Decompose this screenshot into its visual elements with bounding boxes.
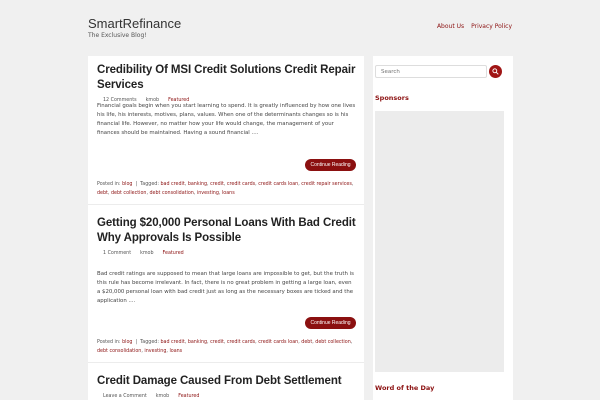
posted-in-label: Posted in: xyxy=(97,182,121,187)
tag-link[interactable]: banking xyxy=(188,340,207,345)
tagged-label: Tagged: xyxy=(140,340,159,345)
tag-link[interactable]: credit repair services xyxy=(301,182,352,187)
author-link[interactable]: kmob xyxy=(140,251,153,256)
tag-link[interactable]: credit cards xyxy=(227,182,255,187)
tagged-label: Tagged: xyxy=(140,182,159,187)
author-link[interactable]: kmob xyxy=(156,394,169,399)
post-divider xyxy=(88,362,364,363)
search-input[interactable] xyxy=(375,65,487,78)
tag-link[interactable]: loans xyxy=(169,349,182,354)
search-button[interactable] xyxy=(489,65,502,78)
comments-link[interactable]: 1 Comment xyxy=(103,251,131,256)
site-header: SmartRefinance The Exclusive Blog! About… xyxy=(0,0,600,56)
comments-link[interactable]: Leave a Comment xyxy=(103,394,147,399)
search-icon xyxy=(492,68,499,75)
tag-link[interactable]: credit xyxy=(210,182,224,187)
post-meta: Leave a Comment kmob Featured xyxy=(97,394,356,399)
tag-link[interactable]: credit cards xyxy=(227,340,255,345)
posted-in-label: Posted in: xyxy=(97,340,121,345)
post-1: Credibility Of MSI Credit Solutions Cred… xyxy=(97,63,356,103)
nav-privacy-policy[interactable]: Privacy Policy xyxy=(471,23,512,30)
post-meta: 1 Comment kmob Featured xyxy=(97,251,356,256)
post-title[interactable]: Credibility Of MSI Credit Solutions Cred… xyxy=(97,63,356,93)
post-footer: Posted in: blog | Tagged: bad credit, ba… xyxy=(97,340,353,354)
tag-link[interactable]: bad credit xyxy=(160,182,184,187)
tag-link[interactable]: debt consolidation xyxy=(150,191,194,196)
post-2: Getting $20,000 Personal Loans With Bad … xyxy=(97,216,356,256)
tag-link[interactable]: bad credit xyxy=(160,340,184,345)
tag-link[interactable]: debt consolidation xyxy=(97,349,141,354)
tag-link[interactable]: credit xyxy=(210,340,224,345)
continue-reading-button[interactable]: Continue Reading xyxy=(305,317,356,329)
site-title[interactable]: SmartRefinance xyxy=(88,16,181,31)
tag-link[interactable]: loans xyxy=(222,191,235,196)
tag-link[interactable]: debt xyxy=(301,340,312,345)
sponsor-ad-area[interactable] xyxy=(375,111,504,372)
top-nav: About Us Privacy Policy xyxy=(437,23,512,30)
category-link[interactable]: Featured xyxy=(163,251,184,256)
sidebar: Sponsors Word of the Day xyxy=(373,56,513,400)
post-3: Credit Damage Caused From Debt Settlemen… xyxy=(97,374,356,399)
tag-link[interactable]: credit cards loan xyxy=(258,340,298,345)
tag-link[interactable]: investing xyxy=(144,349,166,354)
post-excerpt: Financial goals begin when you start lea… xyxy=(97,103,356,136)
post-footer: Posted in: blog | Tagged: bad credit, ba… xyxy=(97,182,354,196)
post-divider xyxy=(88,204,364,205)
category-blog-link[interactable]: blog xyxy=(122,340,132,345)
category-link[interactable]: Featured xyxy=(178,394,199,399)
post-title[interactable]: Credit Damage Caused From Debt Settlemen… xyxy=(97,374,356,389)
content-area: Credibility Of MSI Credit Solutions Cred… xyxy=(88,56,364,400)
tag-link[interactable]: credit cards loan xyxy=(258,182,298,187)
post-excerpt: Bad credit ratings are supposed to mean … xyxy=(97,271,354,304)
nav-about-us[interactable]: About Us xyxy=(437,23,464,30)
tag-link[interactable]: debt collection xyxy=(315,340,350,345)
continue-reading-button[interactable]: Continue Reading xyxy=(305,159,356,171)
sponsors-title: Sponsors xyxy=(375,94,409,102)
post-title[interactable]: Getting $20,000 Personal Loans With Bad … xyxy=(97,216,356,246)
tag-link[interactable]: debt xyxy=(97,191,108,196)
tag-link[interactable]: debt collection xyxy=(111,191,146,196)
category-blog-link[interactable]: blog xyxy=(122,182,132,187)
tag-link[interactable]: banking xyxy=(188,182,207,187)
site-tagline: The Exclusive Blog! xyxy=(88,32,147,39)
tag-link[interactable]: investing xyxy=(197,191,219,196)
word-of-day-title: Word of the Day xyxy=(375,384,435,392)
